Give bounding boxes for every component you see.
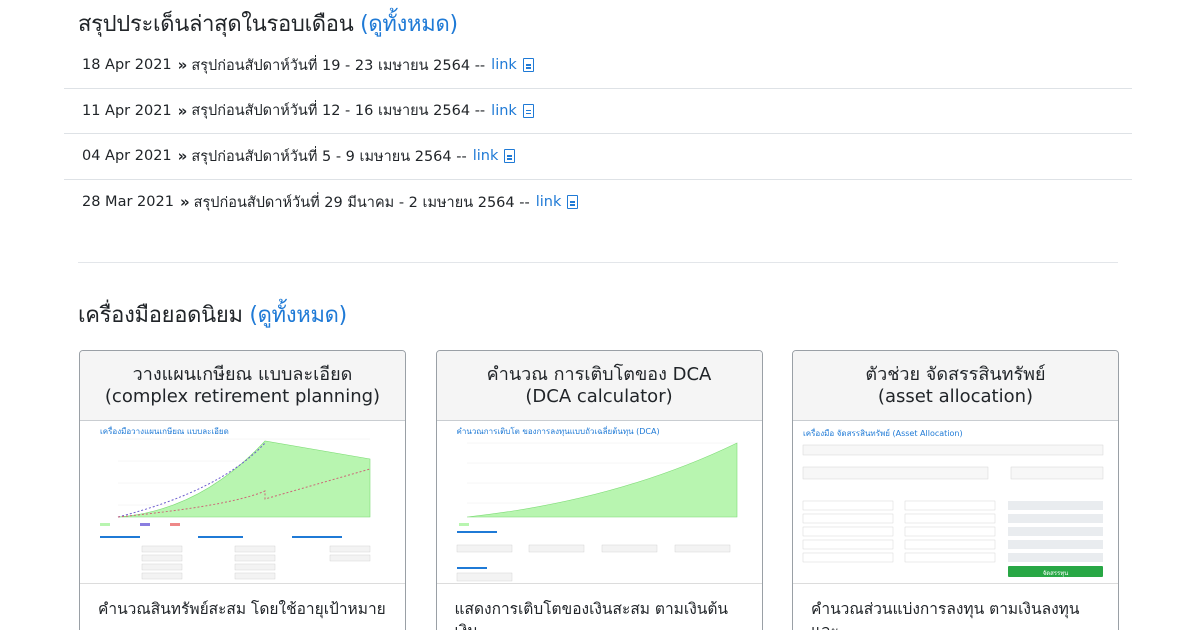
news-section-title: สรุปประเด็นล่าสุดในรอบเดือน (ดูทั้งหมด) — [64, 6, 458, 41]
double-chevron-right-icon: » — [177, 56, 188, 75]
double-chevron-right-icon: » — [177, 101, 188, 120]
tools-section-title: เครื่องมือยอดนิยม (ดูทั้งหมด) — [64, 297, 347, 332]
card-title-th: คำนวณ การเติบโตของ DCA — [486, 363, 712, 385]
news-date: 04 Apr 2021 — [82, 148, 172, 165]
card-thumbnail: เครื่องมือ จัดสรรสินทรัพย์ (Asset Alloca… — [793, 421, 1118, 584]
tool-card-dca[interactable]: คำนวณ การเติบโตของ DCA (DCA calculator) … — [435, 350, 763, 630]
tool-cards: วางแผนเกษียณ แบบละเอียด (complex retirem… — [79, 350, 1119, 630]
thumb-allocate-button: จัดสรรทุน — [1042, 570, 1069, 577]
file-text-icon[interactable] — [567, 195, 579, 210]
card-description: คำนวณสินทรัพย์สะสม โดยใช้อายุเป้าหมาย — [98, 600, 386, 618]
card-title-th: ตัวช่วย จัดสรรสินทรัพย์ — [865, 363, 1046, 385]
news-item: 04 Apr 2021 » สรุปก่อนสัปดาห์วันที่ 5 - … — [64, 134, 1132, 180]
news-link[interactable]: link — [491, 103, 517, 119]
card-header: ตัวช่วย จัดสรรสินทรัพย์ (asset allocatio… — [793, 351, 1118, 421]
news-list: 18 Apr 2021 » สรุปก่อนสัปดาห์วันที่ 19 -… — [64, 43, 1132, 225]
thumb-title: เครื่องมือวางแผนเกษียณ แบบละเอียด — [100, 427, 229, 436]
tool-card-retirement[interactable]: วางแผนเกษียณ แบบละเอียด (complex retirem… — [79, 350, 406, 630]
tool-card-asset-allocation[interactable]: ตัวช่วย จัดสรรสินทรัพย์ (asset allocatio… — [792, 350, 1119, 630]
double-chevron-right-icon: » — [177, 147, 188, 166]
news-text: สรุปก่อนสัปดาห์วันที่ 29 มีนาคม - 2 เมษา… — [193, 194, 530, 211]
card-title-en: (asset allocation) — [877, 385, 1034, 407]
card-title-en: (DCA calculator) — [525, 385, 673, 407]
tools-see-all-link[interactable]: (ดูทั้งหมด) — [249, 303, 347, 328]
news-item: 28 Mar 2021 » สรุปก่อนสัปดาห์วันที่ 29 ม… — [64, 180, 1132, 226]
card-title-en: (complex retirement planning) — [104, 385, 381, 407]
allocation-form-thumbnail — [802, 444, 1104, 577]
card-thumbnail: เครื่องมือวางแผนเกษียณ แบบละเอียด — [80, 421, 405, 584]
news-title-text: สรุปประเด็นล่าสุดในรอบเดือน — [78, 12, 354, 37]
card-thumbnail: คำนวณการเติบโต ของการลงทุนแบบถัวเฉลี่ยต้… — [436, 421, 762, 584]
card-description: คำนวณส่วนแบ่งการลงทุน ตามเงินลงทุน และ — [811, 600, 1080, 630]
section-divider — [78, 262, 1118, 263]
retirement-chart-thumbnail — [100, 438, 371, 580]
file-text-icon[interactable] — [522, 58, 534, 73]
tools-title-text: เครื่องมือยอดนิยม — [78, 303, 243, 328]
double-chevron-right-icon: » — [179, 193, 190, 212]
news-date: 28 Mar 2021 — [82, 194, 174, 211]
news-link[interactable]: link — [491, 57, 517, 73]
card-header: วางแผนเกษียณ แบบละเอียด (complex retirem… — [80, 351, 405, 421]
news-text: สรุปก่อนสัปดาห์วันที่ 19 - 23 เมษายน 256… — [191, 57, 486, 74]
news-text: สรุปก่อนสัปดาห์วันที่ 5 - 9 เมษายน 2564 … — [191, 148, 467, 165]
dca-chart-thumbnail — [456, 442, 737, 582]
thumb-title: เครื่องมือ จัดสรรสินทรัพย์ (Asset Alloca… — [803, 429, 963, 438]
news-date: 11 Apr 2021 — [82, 102, 172, 119]
news-link[interactable]: link — [473, 148, 499, 164]
news-link[interactable]: link — [536, 194, 562, 210]
news-text: สรุปก่อนสัปดาห์วันที่ 12 - 16 เมษายน 256… — [191, 103, 486, 120]
file-text-icon[interactable] — [504, 149, 516, 164]
news-see-all-link[interactable]: (ดูทั้งหมด) — [360, 12, 458, 37]
thumb-title: คำนวณการเติบโต ของการลงทุนแบบถัวเฉลี่ยต้… — [456, 427, 660, 436]
card-header: คำนวณ การเติบโตของ DCA (DCA calculator) — [436, 351, 762, 421]
file-text-icon[interactable] — [522, 103, 534, 118]
card-description: แสดงการเติบโตของเงินสะสม ตามเงินต้น เงิน — [454, 600, 729, 630]
news-item: 18 Apr 2021 » สรุปก่อนสัปดาห์วันที่ 19 -… — [64, 43, 1132, 89]
card-title-th: วางแผนเกษียณ แบบละเอียด — [132, 363, 353, 385]
news-item: 11 Apr 2021 » สรุปก่อนสัปดาห์วันที่ 12 -… — [64, 89, 1132, 134]
news-date: 18 Apr 2021 — [82, 57, 172, 74]
